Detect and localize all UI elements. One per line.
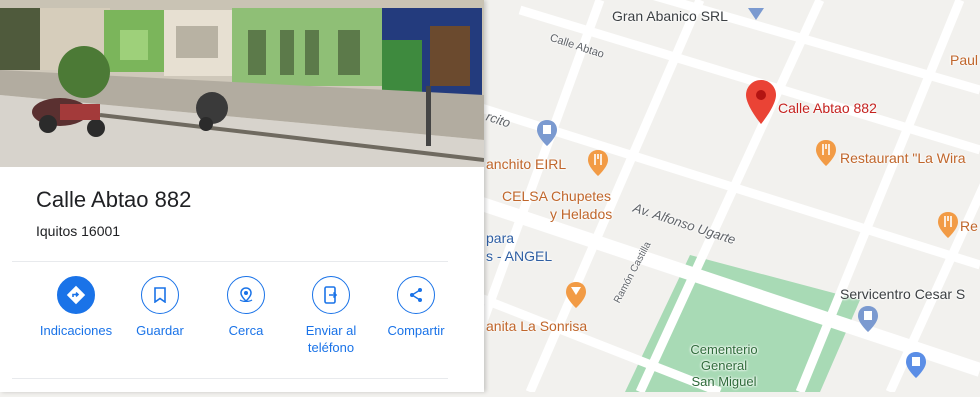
directions-icon — [57, 276, 95, 314]
map-label-paul[interactable]: Paul — [950, 52, 978, 68]
map-label-cementerio-line1: Cementerio — [690, 342, 758, 357]
map-label-anchito[interactable]: anchito EIRL — [486, 156, 566, 172]
directions-button[interactable]: Indicaciones — [30, 276, 122, 339]
bookmark-icon — [141, 276, 179, 314]
send-to-phone-icon — [312, 276, 350, 314]
map-label-cementerio-line2: General — [700, 358, 748, 373]
divider — [12, 261, 448, 262]
directions-label: Indicaciones — [39, 323, 113, 338]
map-label-gran-abanico[interactable]: Gran Abanico SRL — [612, 8, 728, 24]
map-label-celsa[interactable]: CELSA Chupetes — [502, 188, 611, 204]
nearby-button[interactable]: Cerca — [200, 276, 292, 339]
save-label: Guardar — [136, 323, 184, 338]
map-label-restaurant-wira[interactable]: Restaurant "La Wira — [840, 150, 966, 166]
poi-blue-marker-icon[interactable] — [748, 8, 764, 22]
send-to-phone-button[interactable]: Enviar al teléfono — [285, 276, 377, 356]
nearby-icon — [227, 276, 265, 314]
restaurant-icon[interactable] — [816, 140, 836, 166]
save-button[interactable]: Guardar — [114, 276, 206, 339]
location-pin-icon[interactable] — [746, 80, 776, 124]
place-photo[interactable] — [0, 0, 484, 167]
map-label-para[interactable]: para — [486, 230, 514, 246]
place-address: Iquitos 16001 — [36, 223, 121, 239]
restaurant-icon[interactable] — [588, 150, 608, 176]
place-panel: Calle Abtao 882 Iquitos 16001 Indicacion… — [0, 0, 484, 392]
map-label-cementerio[interactable]: Cementerio General San Miguel — [674, 342, 774, 390]
map-label-angel[interactable]: s - ANGEL — [486, 248, 552, 264]
send-to-phone-label: Enviar al teléfono — [305, 323, 357, 355]
gas-station-icon[interactable] — [906, 352, 926, 378]
map-label-sonrisa[interactable]: anita La Sonrisa — [486, 318, 587, 334]
share-label: Compartir — [387, 323, 445, 338]
gas-station-icon[interactable] — [537, 120, 557, 146]
cafe-icon[interactable] — [566, 282, 586, 308]
share-icon — [397, 276, 435, 314]
map-label-selected-place[interactable]: Calle Abtao 882 — [778, 100, 877, 116]
map-label-celsa-line2[interactable]: y Helados — [550, 206, 612, 222]
nearby-label: Cerca — [228, 323, 264, 338]
map-label-cementerio-line3: San Miguel — [691, 374, 757, 389]
map-label-re[interactable]: Re — [960, 218, 978, 234]
restaurant-icon[interactable] — [938, 212, 958, 238]
divider — [12, 378, 448, 379]
action-bar: Indicaciones Guardar Cerca Enviar al tel… — [30, 276, 460, 372]
gas-station-icon[interactable] — [858, 306, 878, 332]
share-button[interactable]: Compartir — [370, 276, 462, 339]
place-title: Calle Abtao 882 — [36, 187, 192, 212]
map-label-servicentro[interactable]: Servicentro Cesar S — [840, 286, 965, 302]
